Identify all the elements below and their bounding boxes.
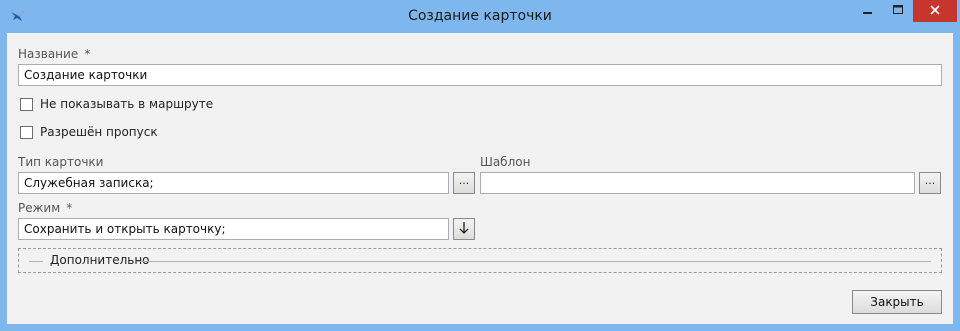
template-input[interactable] bbox=[480, 172, 915, 194]
skip-allowed-checkbox[interactable]: Разрешён пропуск bbox=[20, 125, 158, 139]
window-title: Создание карточки bbox=[408, 8, 552, 24]
mode-label: Режим * bbox=[18, 201, 73, 215]
required-mark: * bbox=[66, 201, 73, 215]
card-type-label: Тип карточки bbox=[18, 155, 104, 169]
maximize-icon bbox=[893, 4, 903, 18]
group-divider-left bbox=[29, 261, 43, 262]
hide-in-route-label: Не показывать в маршруте bbox=[40, 97, 214, 111]
template-browse-button[interactable]: ... bbox=[919, 172, 941, 194]
group-divider-right bbox=[137, 261, 931, 262]
close-icon bbox=[930, 4, 940, 18]
additional-group[interactable]: Дополнительно bbox=[18, 248, 942, 273]
hide-in-route-box[interactable] bbox=[20, 97, 33, 111]
dialog-window: Создание карточки Название * Создание кар… bbox=[0, 0, 960, 331]
arrow-down-icon bbox=[458, 221, 470, 238]
card-type-input[interactable]: Служебная записка; bbox=[18, 172, 449, 194]
minimize-button[interactable] bbox=[853, 0, 883, 22]
skip-allowed-label: Разрешён пропуск bbox=[40, 125, 158, 139]
mode-dropdown-button[interactable] bbox=[453, 218, 475, 240]
name-label: Название * bbox=[18, 47, 91, 61]
additional-group-title[interactable]: Дополнительно bbox=[47, 253, 153, 267]
close-button[interactable]: Закрыть bbox=[852, 290, 942, 314]
close-window-button[interactable] bbox=[913, 0, 957, 22]
minimize-icon bbox=[863, 4, 873, 18]
card-type-browse-button[interactable]: ... bbox=[453, 172, 475, 194]
dialog-body: Название * Создание карточки Не показыват… bbox=[7, 33, 953, 324]
title-bar[interactable]: Создание карточки bbox=[0, 0, 960, 33]
template-label: Шаблон bbox=[480, 155, 531, 169]
required-mark: * bbox=[84, 47, 91, 61]
skip-allowed-box[interactable] bbox=[20, 125, 33, 139]
maximize-button[interactable] bbox=[884, 0, 912, 22]
mode-input[interactable]: Сохранить и открыть карточку; bbox=[18, 218, 449, 240]
name-input[interactable]: Создание карточки bbox=[18, 64, 942, 86]
hide-in-route-checkbox[interactable]: Не показывать в маршруте bbox=[20, 97, 213, 111]
